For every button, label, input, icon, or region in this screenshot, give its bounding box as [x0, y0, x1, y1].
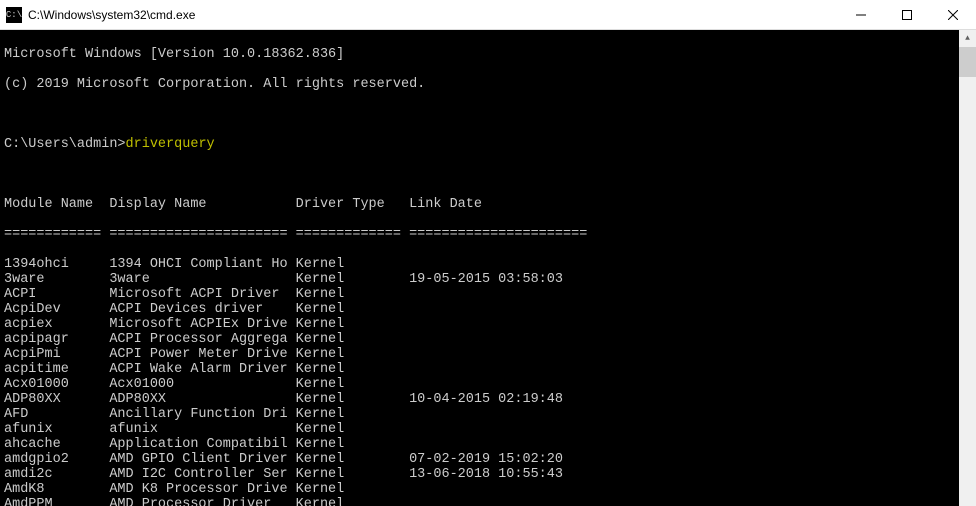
command: driverquery: [126, 137, 215, 152]
table-row: afunix afunix Kernel: [4, 422, 955, 437]
table-row: acpitime ACPI Wake Alarm Driver Kernel: [4, 362, 955, 377]
titlebar: C:\ C:\Windows\system32\cmd.exe: [0, 0, 976, 30]
table-row: Acx01000 Acx01000 Kernel: [4, 377, 955, 392]
table-row: ahcache Application Compatibil Kernel: [4, 437, 955, 452]
prompt-line: C:\Users\admin>driverquery: [4, 137, 955, 152]
scroll-up-arrow-icon[interactable]: ▲: [959, 30, 976, 47]
table-body: 1394ohci 1394 OHCI Compliant Ho Kernel 3…: [4, 257, 955, 506]
window-title: C:\Windows\system32\cmd.exe: [28, 8, 838, 22]
table-row: AmdK8 AMD K8 Processor Drive Kernel: [4, 482, 955, 497]
table-row: AmdPPM AMD Processor Driver Kernel: [4, 497, 955, 506]
copyright-line: (c) 2019 Microsoft Corporation. All righ…: [4, 77, 955, 92]
window-controls: [838, 0, 976, 29]
version-line: Microsoft Windows [Version 10.0.18362.83…: [4, 47, 955, 62]
cmd-icon: C:\: [6, 7, 22, 23]
table-row: AcpiPmi ACPI Power Meter Drive Kernel: [4, 347, 955, 362]
minimize-button[interactable]: [838, 0, 884, 29]
close-button[interactable]: [930, 0, 976, 29]
table-header: Module Name Display Name Driver Type Lin…: [4, 197, 955, 212]
table-row: 3ware 3ware Kernel 19-05-2015 03:58:03: [4, 272, 955, 287]
cmd-icon-text: C:\: [6, 10, 22, 20]
table-row: amdgpio2 AMD GPIO Client Driver Kernel 0…: [4, 452, 955, 467]
scrollbar-thumb[interactable]: [959, 47, 976, 77]
terminal-output[interactable]: Microsoft Windows [Version 10.0.18362.83…: [0, 30, 959, 506]
prompt: C:\Users\admin>: [4, 137, 126, 152]
table-row: ACPI Microsoft ACPI Driver Kernel: [4, 287, 955, 302]
table-row: AFD Ancillary Function Dri Kernel: [4, 407, 955, 422]
table-row: acpipagr ACPI Processor Aggrega Kernel: [4, 332, 955, 347]
table-row: AcpiDev ACPI Devices driver Kernel: [4, 302, 955, 317]
table-row: acpiex Microsoft ACPIEx Drive Kernel: [4, 317, 955, 332]
table-row: ADP80XX ADP80XX Kernel 10-04-2015 02:19:…: [4, 392, 955, 407]
table-row: 1394ohci 1394 OHCI Compliant Ho Kernel: [4, 257, 955, 272]
maximize-button[interactable]: [884, 0, 930, 29]
vertical-scrollbar[interactable]: ▲: [959, 30, 976, 506]
table-row: amdi2c AMD I2C Controller Ser Kernel 13-…: [4, 467, 955, 482]
table-separator: ============ ====================== ====…: [4, 227, 955, 242]
